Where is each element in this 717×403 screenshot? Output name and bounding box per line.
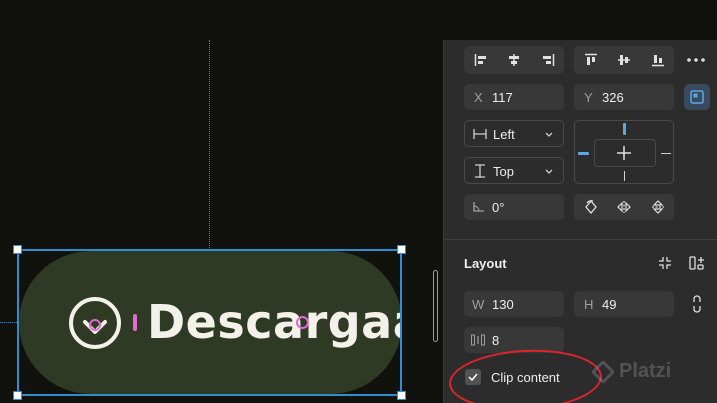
align-bottom-icon[interactable] bbox=[641, 46, 674, 74]
chevron-down-icon bbox=[545, 132, 553, 137]
design-canvas[interactable]: Descargaaa bbox=[0, 0, 443, 403]
gap-value[interactable]: 8 bbox=[492, 333, 499, 348]
flip-vertical-icon[interactable] bbox=[641, 194, 674, 220]
layout-section-title: Layout bbox=[464, 256, 507, 271]
gap-icon bbox=[471, 334, 485, 346]
align-left-icon[interactable] bbox=[464, 46, 497, 74]
more-icon[interactable] bbox=[682, 46, 710, 74]
horizontal-constraint-select[interactable]: Left bbox=[464, 120, 564, 147]
height-field[interactable]: H 49 bbox=[574, 291, 674, 317]
constraint-bottom-line[interactable] bbox=[624, 171, 625, 181]
absolute-position-icon bbox=[690, 90, 704, 104]
w-label: W bbox=[472, 297, 485, 312]
red-annotation-circle bbox=[447, 346, 604, 403]
resize-handle-bottom-left[interactable] bbox=[13, 391, 22, 400]
absolute-position-toggle[interactable] bbox=[684, 84, 710, 110]
constraint-right-line[interactable] bbox=[661, 153, 671, 154]
width-field[interactable]: W 130 bbox=[464, 291, 564, 317]
resize-handle-top-right[interactable] bbox=[397, 245, 406, 254]
y-value[interactable]: 326 bbox=[602, 90, 624, 105]
rotate-90-icon[interactable] bbox=[574, 194, 607, 220]
horizontal-guide bbox=[0, 322, 17, 323]
x-label: X bbox=[474, 90, 483, 105]
constraint-top-line[interactable] bbox=[623, 123, 626, 135]
vertical-align-group bbox=[574, 46, 674, 74]
properties-panel: X 117 Y 326 Left Top 0° Layout W 130 H 4… bbox=[443, 40, 717, 403]
x-value[interactable]: 117 bbox=[492, 90, 513, 105]
canvas-scrollbar[interactable] bbox=[433, 270, 438, 342]
vertical-guide bbox=[209, 40, 210, 248]
align-horizontal-center-icon[interactable] bbox=[497, 46, 531, 74]
rotation-angle-icon bbox=[473, 202, 484, 212]
vertical-constraint-select[interactable]: Top bbox=[464, 157, 564, 184]
x-position-field[interactable]: X 117 bbox=[464, 84, 564, 110]
y-label: Y bbox=[584, 90, 593, 105]
align-right-icon[interactable] bbox=[531, 46, 564, 74]
collapse-layout-icon[interactable] bbox=[654, 253, 676, 273]
resize-handle-top-left[interactable] bbox=[13, 245, 22, 254]
selection-box[interactable] bbox=[13, 245, 406, 400]
constraint-widget bbox=[574, 120, 674, 184]
w-value[interactable]: 130 bbox=[492, 297, 514, 312]
vertical-constraint-value: Top bbox=[493, 164, 514, 179]
plus-icon[interactable] bbox=[616, 145, 632, 161]
align-vertical-center-icon[interactable] bbox=[607, 46, 641, 74]
constraint-left-line[interactable] bbox=[578, 152, 589, 155]
platzi-logo-icon bbox=[592, 360, 614, 383]
y-position-field[interactable]: Y 326 bbox=[574, 84, 674, 110]
h-label: H bbox=[584, 297, 594, 312]
rotation-field[interactable]: 0° bbox=[464, 194, 564, 220]
h-value[interactable]: 49 bbox=[602, 297, 616, 312]
gap-field[interactable]: 8 bbox=[464, 327, 564, 353]
transform-group bbox=[574, 194, 674, 220]
horizontal-constraint-icon bbox=[473, 129, 487, 139]
chevron-down-icon bbox=[545, 169, 553, 174]
horizontal-constraint-value: Left bbox=[493, 127, 515, 142]
resize-handle-bottom-right[interactable] bbox=[397, 391, 406, 400]
constrain-proportions-icon[interactable] bbox=[688, 293, 706, 315]
vertical-constraint-icon bbox=[475, 164, 485, 178]
horizontal-align-group bbox=[464, 46, 564, 74]
flip-horizontal-icon[interactable] bbox=[607, 194, 641, 220]
add-auto-layout-icon[interactable] bbox=[686, 253, 708, 273]
rotation-value[interactable]: 0° bbox=[492, 200, 504, 215]
platzi-watermark: Platzi bbox=[592, 360, 671, 383]
section-divider bbox=[444, 239, 717, 240]
align-top-icon[interactable] bbox=[574, 46, 607, 74]
watermark-text: Platzi bbox=[619, 360, 672, 382]
